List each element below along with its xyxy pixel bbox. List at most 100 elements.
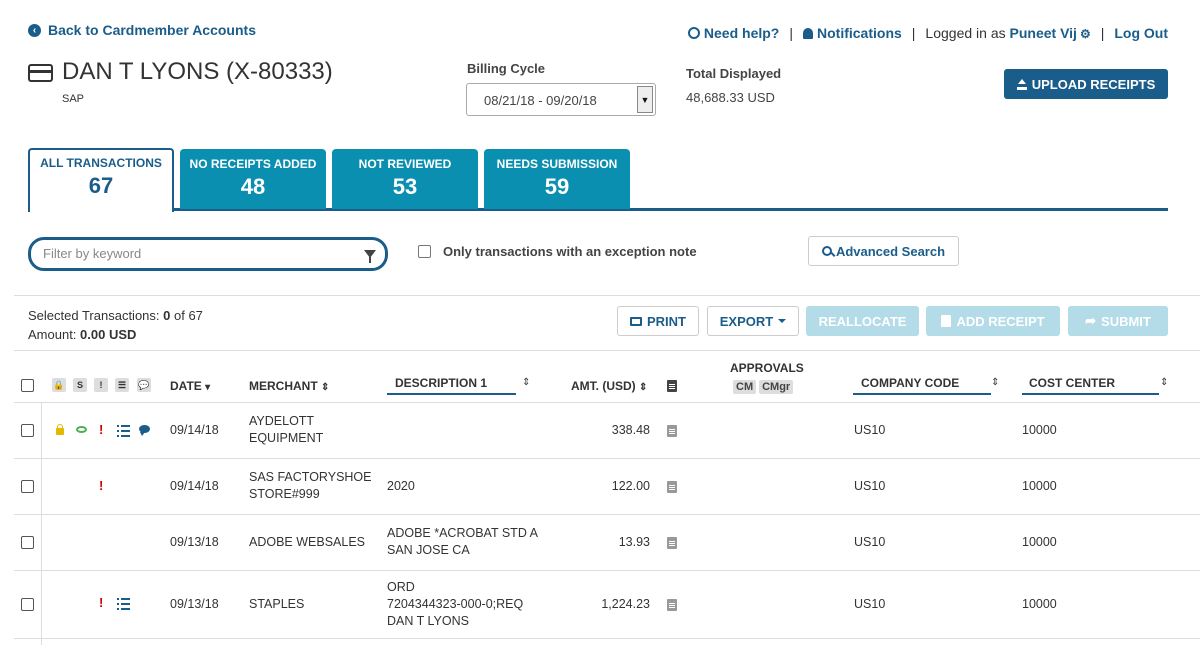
account-subtitle: SAP	[62, 93, 85, 105]
billing-cycle-select[interactable]: 08/21/18 - 09/20/18 ▼	[466, 83, 656, 116]
selected-suffix: of 67	[170, 308, 203, 323]
reallocate-button[interactable]: REALLOCATE	[806, 306, 919, 336]
row-merchant: STAPLES	[249, 597, 305, 611]
logout-link[interactable]: Log Out	[1114, 25, 1168, 41]
row-checkbox[interactable]	[21, 480, 34, 493]
receipt-icon[interactable]	[667, 425, 677, 437]
tab-needs-submission[interactable]: NEEDS SUBMISSION 59	[484, 149, 630, 209]
row-company-code: US10	[854, 535, 886, 549]
chevron-left-circle-icon: ‹	[28, 23, 41, 37]
date-header-label: DATE	[170, 379, 202, 393]
merchant-line: EQUIPMENT	[249, 431, 324, 445]
column-header-company-code[interactable]: COMPANY CODE	[861, 376, 959, 390]
reallocate-label: REALLOCATE	[818, 313, 907, 329]
notifications-label: Notifications	[817, 25, 902, 41]
column-header-description[interactable]: DESCRIPTION 1	[395, 376, 487, 390]
column-header-cost-center[interactable]: COST CENTER	[1029, 376, 1115, 390]
advanced-search-label: Advanced Search	[835, 243, 946, 259]
back-to-accounts-link[interactable]: ‹ Back to Cardmember Accounts	[28, 22, 256, 38]
export-button[interactable]: EXPORT	[707, 306, 799, 336]
filter-funnel-icon[interactable]	[364, 250, 376, 263]
divider	[14, 458, 1200, 459]
tab-all-transactions[interactable]: ALL TRANSACTIONS 67	[28, 148, 174, 212]
print-label: PRINT	[647, 313, 686, 329]
sort-icon[interactable]: ⇕	[522, 377, 530, 388]
row-checkbox[interactable]	[21, 598, 34, 611]
row-checkbox[interactable]	[21, 536, 34, 549]
list-icon	[117, 424, 130, 437]
exclamation-icon: !	[99, 422, 104, 437]
column-header-date[interactable]: DATE ▾	[170, 379, 210, 393]
description-underline	[387, 393, 516, 395]
amount-value: 0.00 USD	[80, 327, 137, 342]
user-menu[interactable]: Puneet Vij ⚙	[1010, 25, 1091, 41]
merchant-line: AYDELOTT	[249, 414, 315, 428]
gear-icon: ⚙	[1079, 27, 1091, 41]
amount-prefix: Amount:	[28, 327, 81, 342]
row-date: 09/13/18	[170, 597, 219, 611]
sort-desc-icon: ▾	[205, 382, 211, 393]
merchant-header-label: MERCHANT	[249, 379, 318, 393]
comment-icon	[139, 425, 150, 436]
description-line: ORD	[387, 580, 415, 594]
sort-icon[interactable]: ⇕	[1160, 377, 1168, 388]
receipt-icon[interactable]	[667, 481, 677, 493]
row-amount: 338.48	[611, 423, 650, 437]
add-receipt-button[interactable]: ADD RECEIPT	[926, 306, 1060, 336]
column-header-amount[interactable]: AMT. (USD) ⇕	[571, 379, 647, 393]
submit-label: SUBMIT	[1101, 313, 1151, 329]
sort-icon: ⇕	[639, 382, 648, 393]
exclamation-column-icon: !	[94, 378, 108, 392]
description-line: DAN T LYONS	[387, 614, 469, 628]
row-amount: 13.93	[618, 535, 650, 549]
print-button[interactable]: PRINT	[617, 306, 699, 336]
export-label: EXPORT	[719, 313, 774, 329]
sort-icon[interactable]: ⇕	[991, 377, 999, 388]
merchant-line: STORE#999	[249, 487, 320, 501]
row-date: 09/13/18	[170, 535, 219, 549]
notifications-link[interactable]: Notifications	[803, 25, 902, 41]
row-cost-center: 10000	[1022, 423, 1057, 437]
exception-note-checkbox[interactable]	[418, 245, 431, 258]
billing-cycle-label: Billing Cycle	[467, 61, 546, 76]
approval-badges: CM CMgr	[733, 378, 796, 394]
row-merchant: AYDELOTT EQUIPMENT	[249, 413, 323, 447]
need-help-link[interactable]: Need help?	[687, 25, 779, 41]
search-icon	[821, 246, 832, 256]
approval-cm-badge: CM	[733, 380, 757, 394]
select-all-checkbox[interactable]	[21, 379, 34, 392]
account-name: DAN T LYONS (X-80333)	[62, 58, 333, 85]
row-cost-center: 10000	[1022, 479, 1057, 493]
description-line: ADOBE *ACROBAT STD A	[387, 526, 538, 540]
chevron-down-icon: ▼	[637, 86, 653, 113]
share-arrow-icon: ➦	[1085, 313, 1097, 328]
lock-icon	[56, 424, 64, 435]
selected-amount: Amount: 0.00 USD	[28, 327, 136, 342]
nav-separator: |	[1100, 25, 1105, 41]
submit-button[interactable]: ➦ SUBMIT	[1068, 306, 1168, 336]
column-header-merchant[interactable]: MERCHANT ⇕	[249, 379, 329, 393]
filter-input[interactable]	[43, 246, 343, 261]
list-icon	[117, 597, 130, 610]
upload-receipts-button[interactable]: UPLOAD RECEIPTS	[1004, 69, 1168, 99]
nav-separator: |	[789, 25, 793, 41]
company-code-underline	[853, 393, 991, 395]
receipt-icon[interactable]	[667, 599, 677, 611]
exception-note-label: Only transactions with an exception note	[443, 244, 697, 259]
total-displayed-value: 48,688.33 USD	[686, 90, 775, 105]
tab-no-receipts-added[interactable]: NO RECEIPTS ADDED 48	[180, 149, 326, 209]
advanced-search-button[interactable]: Advanced Search	[808, 236, 959, 266]
approval-cmgr-badge: CMgr	[759, 380, 794, 394]
sort-icon: ⇕	[321, 382, 330, 393]
s-column-icon: S	[73, 378, 87, 392]
document-icon	[941, 315, 952, 327]
receipt-icon[interactable]	[667, 537, 677, 549]
divider	[14, 638, 1200, 639]
logged-in-label: Logged in as	[925, 25, 1006, 41]
row-amount: 122.00	[611, 479, 650, 493]
checkbox-column-divider	[41, 403, 42, 645]
total-displayed-label: Total Displayed	[686, 66, 782, 81]
tab-not-reviewed[interactable]: NOT REVIEWED 53	[332, 149, 478, 209]
row-checkbox[interactable]	[21, 424, 34, 437]
row-amount: 1,224.23	[601, 597, 650, 611]
